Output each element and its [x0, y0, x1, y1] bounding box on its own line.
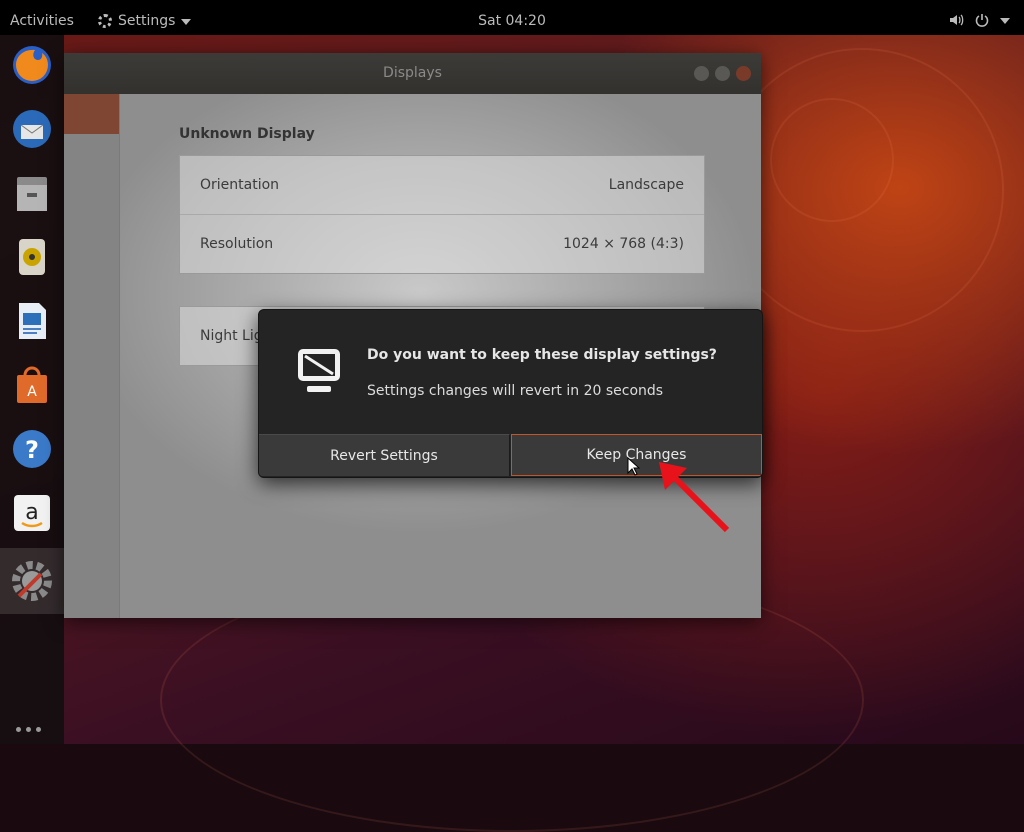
- resolution-value: 1024 × 768 (4:3): [563, 236, 684, 252]
- resolution-row[interactable]: Resolution 1024 × 768 (4:3): [180, 215, 704, 273]
- resolution-label: Resolution: [200, 236, 274, 252]
- wallpaper-ring: [770, 98, 894, 222]
- orientation-value: Landscape: [608, 177, 684, 193]
- window-titlebar[interactable]: Displays: [64, 53, 761, 94]
- annotation-arrow-icon: [659, 462, 730, 533]
- window-title: Displays: [383, 65, 442, 81]
- dock-settings[interactable]: [0, 548, 64, 614]
- minimize-icon[interactable]: [694, 66, 709, 81]
- amazon-icon: a: [14, 495, 50, 531]
- display-icon: [298, 349, 340, 392]
- settings-icon: [12, 561, 52, 601]
- revert-settings-button[interactable]: Revert Settings: [259, 434, 510, 476]
- writer-icon: [19, 303, 46, 339]
- top-strip: [0, 0, 1024, 8]
- settings-sidebar: [64, 94, 120, 618]
- dock-amazon[interactable]: a: [8, 489, 56, 537]
- help-icon: ?: [13, 430, 51, 468]
- maximize-icon[interactable]: [715, 66, 730, 81]
- section-title: Unknown Display: [179, 126, 315, 142]
- dock-files[interactable]: [8, 169, 56, 217]
- dock-writer[interactable]: [8, 297, 56, 345]
- show-applications-icon[interactable]: [16, 727, 42, 732]
- dock-firefox[interactable]: [8, 41, 56, 89]
- clock[interactable]: Sat 04:20: [0, 13, 1024, 29]
- keep-settings-dialog: Do you want to keep these display settin…: [258, 309, 763, 478]
- power-icon: [975, 14, 989, 27]
- files-icon: [17, 177, 47, 211]
- dock-software[interactable]: A: [8, 361, 56, 409]
- svg-text:?: ?: [25, 436, 39, 464]
- dock-thunderbird[interactable]: [8, 105, 56, 153]
- software-icon: A: [17, 366, 47, 403]
- mouse-cursor-icon: [627, 457, 641, 476]
- dialog-subtitle: Settings changes will revert in 20 secon…: [367, 383, 664, 399]
- close-icon[interactable]: [736, 66, 751, 81]
- chevron-down-icon: [1000, 18, 1010, 24]
- dock-rhythmbox[interactable]: [8, 233, 56, 281]
- svg-text:A: A: [27, 384, 37, 400]
- dock: A ? a: [0, 35, 64, 744]
- sidebar-item-selected[interactable]: [64, 94, 119, 134]
- firefox-icon: [13, 46, 51, 84]
- volume-icon: [950, 14, 964, 26]
- system-menu[interactable]: [948, 12, 1010, 28]
- dialog-title: Do you want to keep these display settin…: [367, 347, 717, 363]
- orientation-row[interactable]: Orientation Landscape: [180, 156, 704, 215]
- top-bar: Activities Settings Sat 04:20: [0, 8, 1024, 35]
- thunderbird-icon: [13, 110, 51, 148]
- display-settings-list: Orientation Landscape Resolution 1024 × …: [179, 155, 705, 274]
- rhythmbox-icon: [19, 239, 45, 275]
- orientation-label: Orientation: [200, 177, 280, 193]
- svg-text:a: a: [25, 500, 38, 525]
- dock-help[interactable]: ?: [8, 425, 56, 473]
